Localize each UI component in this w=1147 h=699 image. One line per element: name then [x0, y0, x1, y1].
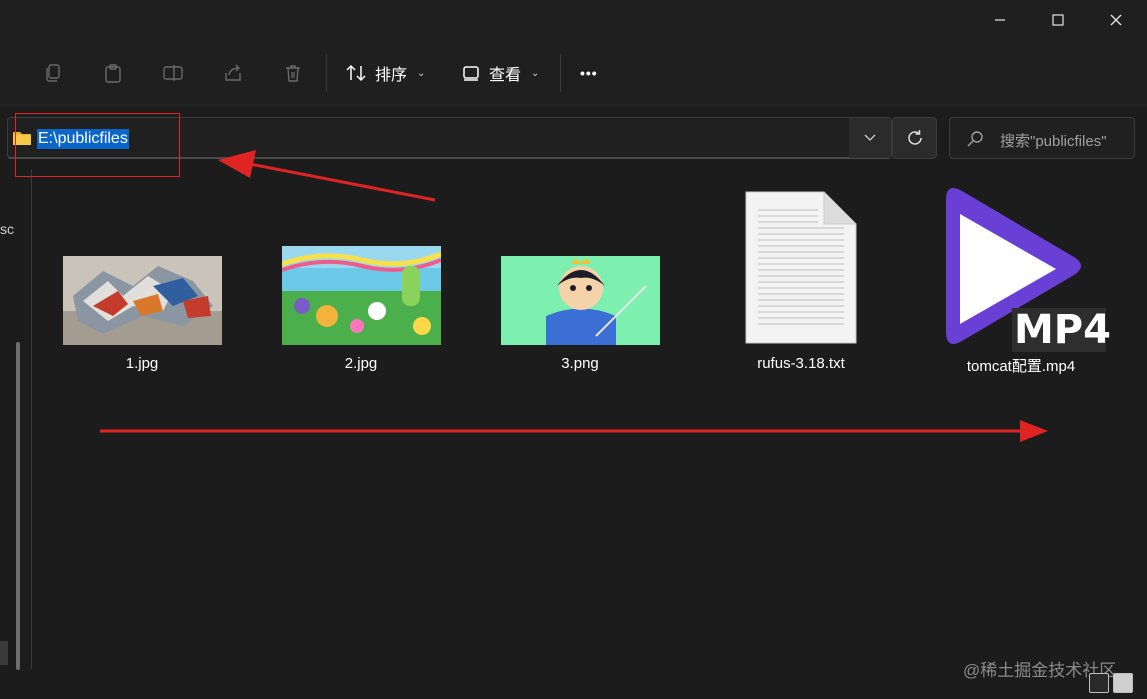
details-view-button[interactable]	[1089, 673, 1109, 693]
annotation-arrowhead	[1020, 420, 1048, 442]
annotation-arrow	[249, 162, 436, 202]
annotation-arrowhead	[218, 150, 256, 178]
large-icons-view-button[interactable]	[1113, 673, 1133, 693]
annotation-arrows	[100, 150, 1048, 442]
view-toggle-group	[1089, 673, 1133, 693]
